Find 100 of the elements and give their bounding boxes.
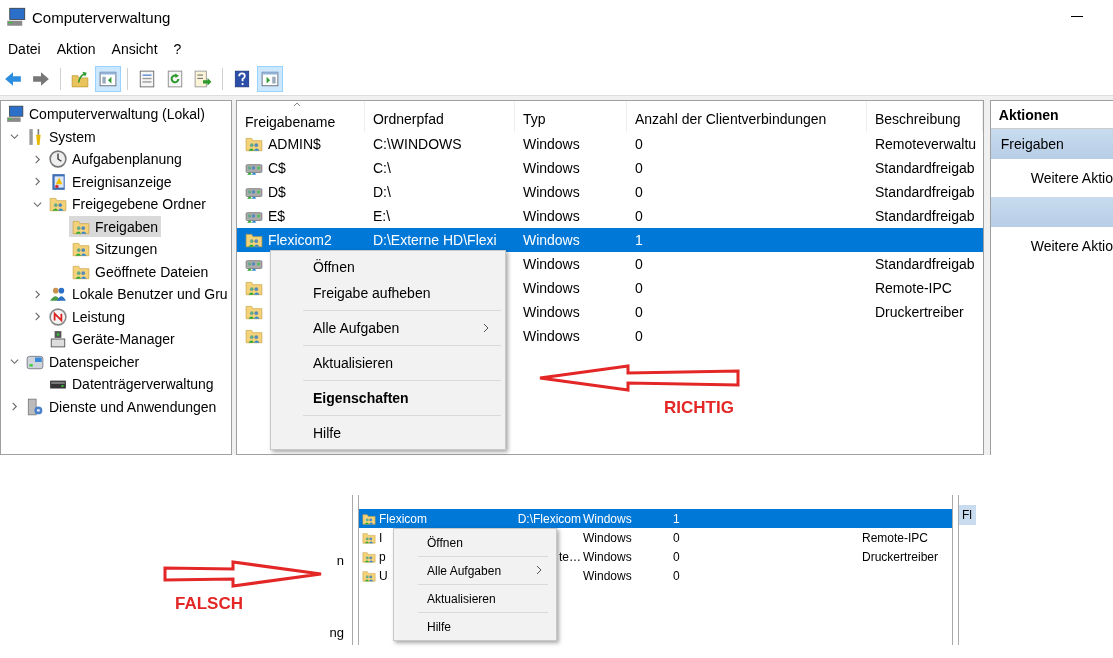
tree-item[interactable]: Geräte-Manager [46, 328, 178, 350]
window-title: Computerverwaltung [32, 8, 171, 26]
column-header[interactable]: Anzahl der Clientverbindungen [626, 101, 867, 132]
pane-toggle-icon [261, 69, 279, 88]
menu-bar-item[interactable]: Datei [2, 37, 47, 61]
expand-chevron-icon[interactable] [32, 177, 42, 187]
table-cell: 0 [634, 256, 643, 272]
tree-item[interactable]: Aufgabenplanung [46, 148, 185, 170]
menu-item[interactable]: Alle Aufgaben [270, 315, 505, 341]
shared-folder-icon [244, 231, 263, 249]
computer-icon [6, 105, 24, 124]
table-cell: Windows [522, 328, 580, 344]
table-cell: te… [559, 549, 581, 564]
column-header[interactable]: Typ [514, 101, 627, 132]
shared-folder-icon [49, 195, 67, 214]
section-header[interactable]: Freigaben [990, 129, 1113, 159]
menu-item[interactable]: Freigabe aufheben [270, 280, 505, 306]
table-cell: 1 [673, 511, 680, 526]
annotation-label: FALSCH [175, 594, 243, 614]
column-header[interactable]: Freigabename [236, 101, 365, 132]
menu-item[interactable]: Eigenschaften [270, 385, 505, 411]
tree-item[interactable]: Ereignisanzeige [46, 171, 175, 193]
menu-bar-item[interactable]: ? [167, 37, 188, 61]
action-link[interactable]: Weitere Aktio [1030, 170, 1113, 186]
table-cell: 1 [634, 232, 643, 248]
table-cell: Flexicom2 [267, 232, 332, 248]
expand-chevron-icon[interactable] [32, 154, 42, 164]
tree-item[interactable]: Freigaben [69, 216, 162, 238]
menu-item[interactable]: Alle Aufgaben [394, 560, 556, 581]
table-cell: 0 [634, 304, 643, 320]
menu-bar-item[interactable]: Ansicht [105, 37, 164, 61]
table-cell: E$ [267, 208, 286, 224]
menu-item[interactable]: Hilfe [394, 616, 556, 637]
table-cell: Windows [522, 280, 580, 296]
server-gear-icon [26, 397, 44, 416]
minimize-icon[interactable] [1071, 16, 1083, 18]
tree-item[interactable]: Sitzungen [69, 238, 161, 260]
tree-item[interactable]: Leistung [46, 306, 128, 328]
expand-chevron-icon[interactable] [32, 199, 42, 209]
action-link[interactable]: Weitere Aktio [1030, 238, 1113, 254]
table-cell: D:\ [372, 184, 391, 200]
folder-up-icon [71, 69, 89, 88]
tree-item[interactable]: Datenträgerverwaltung [46, 373, 217, 395]
table-cell: C$ [267, 160, 286, 176]
tree-item[interactable]: System [23, 126, 99, 148]
table-cell: Windows [522, 232, 580, 248]
menu-item[interactable]: Öffnen [394, 532, 556, 553]
section-header[interactable]: Fl [959, 505, 976, 525]
table-cell: Windows [522, 208, 580, 224]
table-cell: 0 [634, 184, 643, 200]
tools-icon [26, 127, 44, 146]
menu-item[interactable]: Öffnen [270, 254, 505, 280]
pane-splitter[interactable] [352, 495, 359, 645]
table-cell: I [379, 530, 383, 545]
table-cell: Druckertreiber [862, 549, 939, 564]
gauge-icon [49, 307, 67, 326]
export-icon [194, 69, 212, 88]
table-cell: 0 [673, 530, 680, 545]
expand-chevron-icon[interactable] [9, 402, 19, 412]
pane-splitter[interactable] [952, 495, 959, 645]
properties-icon [138, 69, 156, 88]
log-book-icon [49, 172, 67, 191]
expand-chevron-icon[interactable] [9, 357, 19, 367]
users-icon [49, 285, 67, 304]
table-cell: 0 [634, 136, 643, 152]
tree-item-fragment: n [336, 553, 344, 568]
tree-item[interactable]: Computerverwaltung (Lokal) [3, 103, 208, 125]
pane-toggle-icon [99, 69, 117, 88]
menu-item[interactable]: Hilfe [270, 420, 505, 446]
tree-item[interactable]: Lokale Benutzer und Gru [46, 283, 231, 305]
tree-item[interactable]: Geöffnete Dateien [69, 261, 212, 283]
column-header[interactable]: Beschreibung [866, 101, 983, 132]
expand-chevron-icon[interactable] [32, 289, 42, 299]
table-cell: Windows [522, 136, 580, 152]
table-cell: Windows [522, 304, 580, 320]
expand-chevron-icon[interactable] [32, 312, 42, 322]
help-icon [233, 69, 251, 88]
table-cell: ADMIN$ [267, 136, 321, 152]
clock-icon [49, 150, 67, 169]
tree-item[interactable]: Dienste und Anwendungen [23, 396, 220, 418]
device-icon [49, 330, 67, 349]
menu-item[interactable]: Aktualisieren [394, 588, 556, 609]
shared-folder-icon [72, 240, 90, 259]
menu-bar-item[interactable]: Aktion [50, 37, 102, 61]
table-row[interactable]: Flexicom D:\Flexicom Windows 1 [359, 509, 952, 528]
annotation-label: RICHTIG [664, 398, 734, 418]
menu-item[interactable]: Aktualisieren [270, 350, 505, 376]
table-cell: Standardfreigab [874, 256, 975, 272]
table-cell: D:\Flexicom [517, 511, 581, 526]
table-cell: C:\WINDOWS [372, 136, 462, 152]
table-cell: Windows [583, 530, 632, 545]
tree-item[interactable]: Datenspeicher [23, 351, 143, 373]
table-cell: D$ [267, 184, 286, 200]
tree-item-fragment: ng [329, 625, 344, 640]
table-cell: E:\ [372, 208, 391, 224]
computer-icon [6, 7, 26, 27]
expand-chevron-icon[interactable] [9, 132, 19, 142]
column-header[interactable]: Ordnerpfad [364, 101, 515, 132]
table-row[interactable]: Flexicom2 D:\Externe HD\Flexi Windows 1 [236, 228, 983, 252]
tree-item[interactable]: Freigegebene Ordner [46, 193, 209, 215]
